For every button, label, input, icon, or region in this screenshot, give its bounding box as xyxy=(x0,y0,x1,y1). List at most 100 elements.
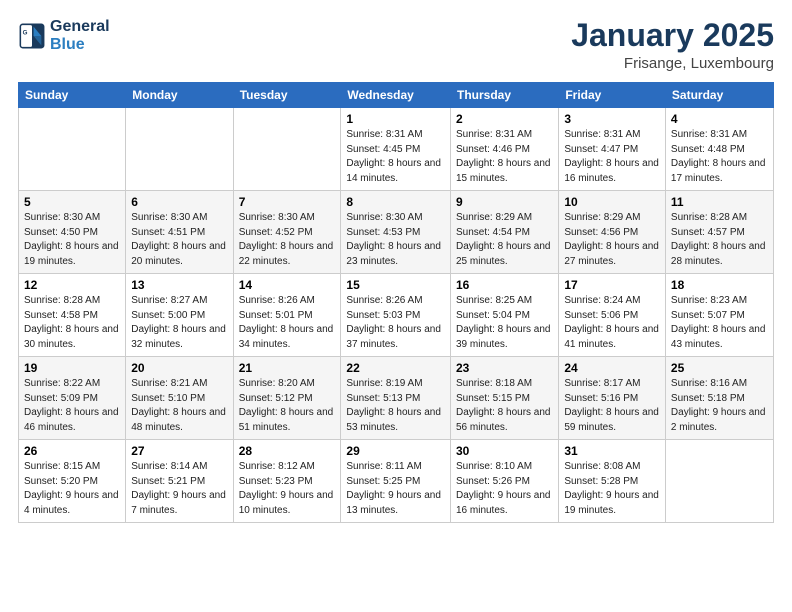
col-header-saturday: Saturday xyxy=(665,83,773,108)
calendar-week-1: 1 Sunrise: 8:31 AM Sunset: 4:45 PM Daylig… xyxy=(19,108,774,191)
calendar-week-4: 19 Sunrise: 8:22 AM Sunset: 5:09 PM Dayli… xyxy=(19,357,774,440)
day-info: Sunrise: 8:28 AM Sunset: 4:58 PM Dayligh… xyxy=(24,294,120,352)
day-info: Sunrise: 8:30 AM Sunset: 4:51 PM Dayligh… xyxy=(131,211,227,269)
day-number: 7 xyxy=(239,195,336,209)
calendar-cell: 13Sunrise: 8:27 AM Sunset: 5:00 PM Dayli… xyxy=(126,274,233,357)
logo-text: General Blue xyxy=(50,18,110,53)
day-number: 17 xyxy=(564,278,660,292)
calendar-cell: 29 Sunrise: 8:11 AM Sunset: 5:25 PM Dayli… xyxy=(341,440,451,523)
calendar-cell xyxy=(19,108,126,191)
day-number: 27 xyxy=(131,444,227,458)
calendar-cell: 26Sunrise: 8:15 AM Sunset: 5:20 PM Dayli… xyxy=(19,440,126,523)
calendar-cell: 28 Sunrise: 8:12 AM Sunset: 5:23 PM Dayli… xyxy=(233,440,341,523)
header: G General Blue January 2025 Frisange, Lu… xyxy=(18,18,774,72)
calendar-cell: 19 Sunrise: 8:22 AM Sunset: 5:09 PM Dayli… xyxy=(19,357,126,440)
day-info: Sunrise: 8:26 AM Sunset: 5:03 PM Dayligh… xyxy=(346,294,445,352)
calendar-cell: 15 Sunrise: 8:26 AM Sunset: 5:03 PM Dayli… xyxy=(341,274,451,357)
day-info: Sunrise: 8:11 AM Sunset: 5:25 PM Dayligh… xyxy=(346,460,445,518)
day-number: 19 xyxy=(24,361,120,375)
calendar-table: SundayMondayTuesdayWednesdayThursdayFrid… xyxy=(18,82,774,523)
day-info: Sunrise: 8:31 AM Sunset: 4:46 PM Dayligh… xyxy=(456,128,553,186)
day-number: 14 xyxy=(239,278,336,292)
day-info: Sunrise: 8:29 AM Sunset: 4:56 PM Dayligh… xyxy=(564,211,660,269)
day-number: 29 xyxy=(346,444,445,458)
day-number: 12 xyxy=(24,278,120,292)
col-header-wednesday: Wednesday xyxy=(341,83,451,108)
calendar-cell: 12 Sunrise: 8:28 AM Sunset: 4:58 PM Dayli… xyxy=(19,274,126,357)
page: G General Blue January 2025 Frisange, Lu… xyxy=(0,0,792,612)
calendar-cell xyxy=(233,108,341,191)
day-info: Sunrise: 8:23 AM Sunset: 5:07 PM Dayligh… xyxy=(671,294,768,352)
calendar-cell: 27 Sunrise: 8:14 AM Sunset: 5:21 PM Dayli… xyxy=(126,440,233,523)
calendar-week-2: 5Sunrise: 8:30 AM Sunset: 4:50 PM Daylig… xyxy=(19,191,774,274)
col-header-friday: Friday xyxy=(559,83,666,108)
calendar-cell: 22Sunrise: 8:19 AM Sunset: 5:13 PM Dayli… xyxy=(341,357,451,440)
day-info: Sunrise: 8:10 AM Sunset: 5:26 PM Dayligh… xyxy=(456,460,553,518)
day-number: 15 xyxy=(346,278,445,292)
day-info: Sunrise: 8:08 AM Sunset: 5:28 PM Dayligh… xyxy=(564,460,660,518)
day-number: 9 xyxy=(456,195,553,209)
day-info: Sunrise: 8:18 AM Sunset: 5:15 PM Dayligh… xyxy=(456,377,553,435)
day-number: 23 xyxy=(456,361,553,375)
day-number: 18 xyxy=(671,278,768,292)
day-info: Sunrise: 8:21 AM Sunset: 5:10 PM Dayligh… xyxy=(131,377,227,435)
calendar-cell: 11 Sunrise: 8:28 AM Sunset: 4:57 PM Dayli… xyxy=(665,191,773,274)
day-number: 25 xyxy=(671,361,768,375)
calendar-week-5: 26Sunrise: 8:15 AM Sunset: 5:20 PM Dayli… xyxy=(19,440,774,523)
calendar-cell: 9 Sunrise: 8:29 AM Sunset: 4:54 PM Daylig… xyxy=(450,191,558,274)
col-header-sunday: Sunday xyxy=(19,83,126,108)
day-number: 11 xyxy=(671,195,768,209)
day-number: 8 xyxy=(346,195,445,209)
subtitle: Frisange, Luxembourg xyxy=(571,55,774,72)
calendar-cell: 10 Sunrise: 8:29 AM Sunset: 4:56 PM Dayli… xyxy=(559,191,666,274)
svg-text:G: G xyxy=(23,29,28,36)
day-info: Sunrise: 8:31 AM Sunset: 4:48 PM Dayligh… xyxy=(671,128,768,186)
calendar-cell: 2 Sunrise: 8:31 AM Sunset: 4:46 PM Daylig… xyxy=(450,108,558,191)
calendar-cell: 7 Sunrise: 8:30 AM Sunset: 4:52 PM Daylig… xyxy=(233,191,341,274)
day-number: 6 xyxy=(131,195,227,209)
calendar-cell: 5Sunrise: 8:30 AM Sunset: 4:50 PM Daylig… xyxy=(19,191,126,274)
day-info: Sunrise: 8:30 AM Sunset: 4:50 PM Dayligh… xyxy=(24,211,120,269)
day-info: Sunrise: 8:14 AM Sunset: 5:21 PM Dayligh… xyxy=(131,460,227,518)
calendar-cell: 17 Sunrise: 8:24 AM Sunset: 5:06 PM Dayli… xyxy=(559,274,666,357)
day-info: Sunrise: 8:25 AM Sunset: 5:04 PM Dayligh… xyxy=(456,294,553,352)
logo-icon: G xyxy=(18,22,46,50)
day-info: Sunrise: 8:22 AM Sunset: 5:09 PM Dayligh… xyxy=(24,377,120,435)
day-number: 24 xyxy=(564,361,660,375)
day-info: Sunrise: 8:24 AM Sunset: 5:06 PM Dayligh… xyxy=(564,294,660,352)
calendar-cell: 25 Sunrise: 8:16 AM Sunset: 5:18 PM Dayli… xyxy=(665,357,773,440)
day-info: Sunrise: 8:30 AM Sunset: 4:53 PM Dayligh… xyxy=(346,211,445,269)
calendar-week-3: 12 Sunrise: 8:28 AM Sunset: 4:58 PM Dayli… xyxy=(19,274,774,357)
title-block: January 2025 Frisange, Luxembourg xyxy=(571,18,774,72)
day-number: 10 xyxy=(564,195,660,209)
day-info: Sunrise: 8:12 AM Sunset: 5:23 PM Dayligh… xyxy=(239,460,336,518)
calendar-header-row: SundayMondayTuesdayWednesdayThursdayFrid… xyxy=(19,83,774,108)
calendar-cell xyxy=(665,440,773,523)
calendar-cell: 31 Sunrise: 8:08 AM Sunset: 5:28 PM Dayli… xyxy=(559,440,666,523)
day-info: Sunrise: 8:20 AM Sunset: 5:12 PM Dayligh… xyxy=(239,377,336,435)
day-number: 13 xyxy=(131,278,227,292)
calendar-cell: 6 Sunrise: 8:30 AM Sunset: 4:51 PM Daylig… xyxy=(126,191,233,274)
day-number: 21 xyxy=(239,361,336,375)
day-info: Sunrise: 8:29 AM Sunset: 4:54 PM Dayligh… xyxy=(456,211,553,269)
calendar-cell: 1 Sunrise: 8:31 AM Sunset: 4:45 PM Daylig… xyxy=(341,108,451,191)
day-info: Sunrise: 8:16 AM Sunset: 5:18 PM Dayligh… xyxy=(671,377,768,435)
day-number: 1 xyxy=(346,112,445,126)
calendar-cell: 4Sunrise: 8:31 AM Sunset: 4:48 PM Daylig… xyxy=(665,108,773,191)
day-info: Sunrise: 8:30 AM Sunset: 4:52 PM Dayligh… xyxy=(239,211,336,269)
day-number: 2 xyxy=(456,112,553,126)
day-info: Sunrise: 8:28 AM Sunset: 4:57 PM Dayligh… xyxy=(671,211,768,269)
col-header-thursday: Thursday xyxy=(450,83,558,108)
day-number: 30 xyxy=(456,444,553,458)
day-number: 28 xyxy=(239,444,336,458)
day-info: Sunrise: 8:31 AM Sunset: 4:45 PM Dayligh… xyxy=(346,128,445,186)
calendar-cell xyxy=(126,108,233,191)
calendar-cell: 30 Sunrise: 8:10 AM Sunset: 5:26 PM Dayli… xyxy=(450,440,558,523)
calendar-cell: 3Sunrise: 8:31 AM Sunset: 4:47 PM Daylig… xyxy=(559,108,666,191)
logo: G General Blue xyxy=(18,18,110,53)
calendar-cell: 21 Sunrise: 8:20 AM Sunset: 5:12 PM Dayli… xyxy=(233,357,341,440)
col-header-monday: Monday xyxy=(126,83,233,108)
calendar-cell: 16Sunrise: 8:25 AM Sunset: 5:04 PM Dayli… xyxy=(450,274,558,357)
day-info: Sunrise: 8:26 AM Sunset: 5:01 PM Dayligh… xyxy=(239,294,336,352)
day-number: 31 xyxy=(564,444,660,458)
